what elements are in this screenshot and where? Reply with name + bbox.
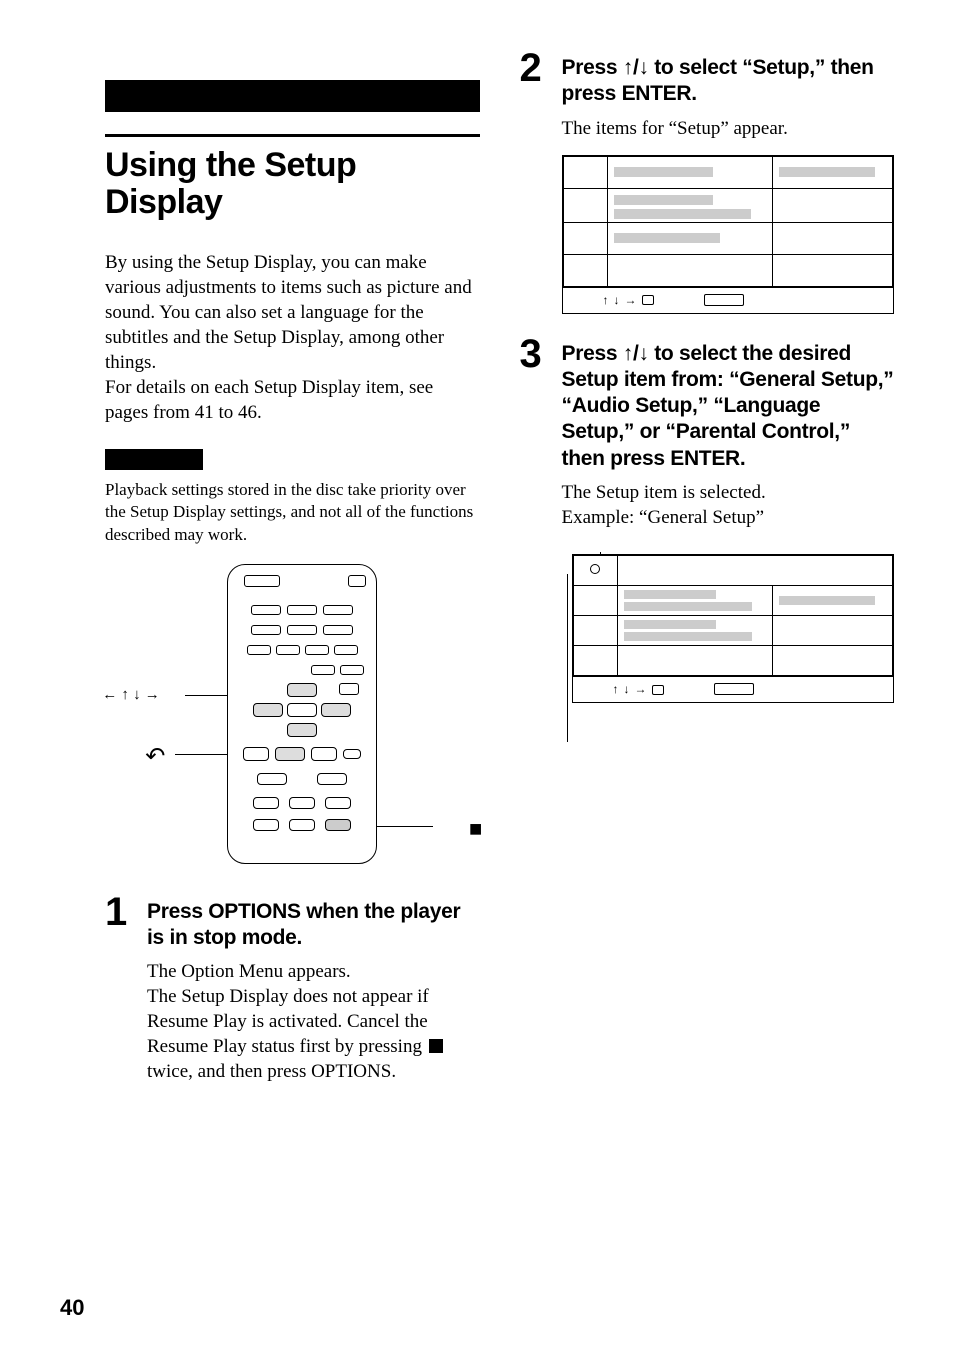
step-2-text: The items for “Setup” appear.	[562, 116, 895, 141]
setup-items-menu: ↑ ↓ →	[562, 155, 895, 314]
callout-line	[175, 754, 230, 755]
stop-icon	[429, 1039, 443, 1053]
stop-key-label: ■	[469, 816, 482, 842]
intro-text-2: For details on each Setup Display item, …	[105, 375, 480, 425]
remote-illustration: ← ↑ ↓ → ↶ ■	[107, 564, 477, 874]
step-3-head-before: Press	[562, 342, 623, 365]
menu-footer: ↑ ↓ →	[563, 287, 894, 313]
remote-outline	[227, 564, 377, 864]
menu-row	[563, 156, 893, 188]
nav-arrows-icon: ↑ ↓ →	[613, 682, 648, 696]
menu-row	[573, 615, 893, 645]
step-number: 2	[520, 50, 550, 314]
enter-button-icon	[642, 295, 654, 305]
step-1-text: The Option Menu appears. The Setup Displ…	[147, 959, 480, 1084]
note-label	[105, 449, 203, 470]
page-number: 40	[60, 1295, 84, 1321]
step-2-heading: Press ↑/↓ to select “Setup,” then press …	[562, 55, 895, 108]
menu-row	[563, 188, 893, 222]
step-3: 3 Press ↑/↓ to select the desired Setup …	[520, 336, 895, 703]
intro-paragraph: By using the Setup Display, you can make…	[105, 250, 480, 426]
general-setup-menu: ↑ ↓ →	[562, 554, 895, 703]
arrow-keys-label: ← ↑ ↓ →	[102, 686, 160, 703]
step-1-heading: Press OPTIONS when the player is in stop…	[147, 899, 480, 952]
menu-footer: ↑ ↓ →	[573, 676, 894, 702]
step-3-heading: Press ↑/↓ to select the desired Setup it…	[562, 341, 895, 472]
callout-line	[567, 574, 568, 742]
menu-row	[573, 645, 893, 675]
step-number: 1	[105, 894, 135, 1085]
step-1-text-after: twice, and then press OPTIONS.	[147, 1061, 396, 1082]
updown-arrow-icon: ↑/↓	[623, 342, 649, 365]
step-2-head-before: Press	[562, 56, 623, 79]
step-number: 3	[520, 336, 550, 703]
menu-row	[563, 222, 893, 254]
step-2: 2 Press ↑/↓ to select “Setup,” then pres…	[520, 50, 895, 314]
return-key-label: ↶	[145, 742, 165, 771]
chapter-title: Using the Setup Display	[105, 147, 480, 222]
menu-row	[573, 585, 893, 615]
intro-text-1: By using the Setup Display, you can make…	[105, 250, 480, 375]
note-body: Playback settings stored in the disc tak…	[105, 479, 480, 545]
menu-row	[563, 254, 893, 286]
step-1-text-before: The Option Menu appears. The Setup Displ…	[147, 961, 429, 1057]
footer-button-icon	[714, 683, 754, 695]
nav-arrows-icon: ↑ ↓ →	[603, 293, 638, 307]
updown-arrow-icon: ↑/↓	[623, 56, 649, 79]
enter-button-icon	[652, 685, 664, 695]
callout-line	[185, 695, 230, 696]
menu-row-selected	[573, 555, 893, 585]
chapter-header-bar	[105, 80, 480, 112]
title-rule	[105, 134, 480, 137]
footer-button-icon	[704, 294, 744, 306]
step-1: 1 Press OPTIONS when the player is in st…	[105, 894, 480, 1085]
selection-dot-icon	[590, 564, 600, 574]
step-3-text: The Setup item is selected. Example: “Ge…	[562, 480, 895, 530]
